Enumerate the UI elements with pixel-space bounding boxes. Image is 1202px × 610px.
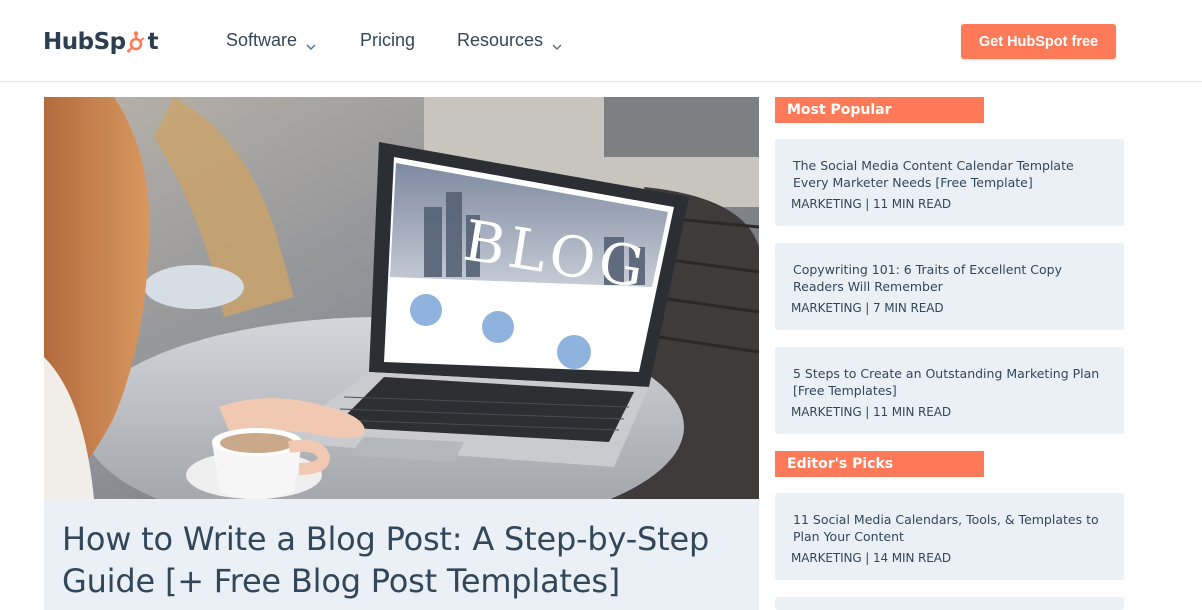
get-hubspot-free-button[interactable]: Get HubSpot free	[961, 24, 1116, 59]
nav-item-label: Pricing	[360, 30, 416, 50]
hero-article-title[interactable]: How to Write a Blog Post: A Step-by-Step…	[62, 518, 722, 602]
logo-text-left: HubSp	[43, 29, 126, 55]
nav-item-label: Resources	[457, 30, 544, 50]
post-title[interactable]: 5 Steps to Create an Outstanding Marketi…	[793, 365, 1113, 399]
post-meta: MARKETING | 11 MIN READ	[791, 405, 952, 419]
chevron-down-icon	[306, 36, 316, 50]
editors-pick-item-partial[interactable]	[775, 597, 1124, 610]
most-popular-item[interactable]: Copywriting 101: 6 Traits of Excellent C…	[775, 243, 1124, 330]
post-title[interactable]: Copywriting 101: 6 Traits of Excellent C…	[793, 261, 1113, 295]
post-meta: MARKETING | 14 MIN READ	[791, 551, 952, 565]
post-meta: MARKETING | 11 MIN READ	[791, 197, 952, 211]
nav-item-pricing[interactable]: Pricing	[360, 30, 415, 51]
most-popular-item[interactable]: The Social Media Content Calendar Templa…	[775, 139, 1124, 226]
nav-item-resources[interactable]: Resources	[457, 30, 562, 51]
most-popular-item[interactable]: 5 Steps to Create an Outstanding Marketi…	[775, 347, 1124, 434]
post-title[interactable]: 11 Social Media Calendars, Tools, & Temp…	[793, 511, 1113, 545]
editors-picks-tag: Editor's Picks	[775, 451, 984, 477]
top-navigation-bar: HubSp t Software Pricing Resources Get H…	[0, 0, 1202, 82]
sprocket-icon	[126, 31, 147, 53]
post-meta: MARKETING | 7 MIN READ	[791, 301, 944, 315]
nav-item-label: Software	[226, 30, 298, 50]
logo-text-right: t	[147, 29, 159, 55]
editors-pick-item[interactable]: 11 Social Media Calendars, Tools, & Temp…	[775, 493, 1124, 580]
nav-item-software[interactable]: Software	[226, 30, 316, 51]
chevron-down-icon	[552, 36, 562, 50]
most-popular-tag: Most Popular	[775, 97, 984, 123]
hero-image[interactable]: BLOG	[44, 97, 759, 499]
post-title[interactable]: The Social Media Content Calendar Templa…	[793, 157, 1113, 191]
hubspot-logo[interactable]: HubSp t	[43, 26, 159, 58]
